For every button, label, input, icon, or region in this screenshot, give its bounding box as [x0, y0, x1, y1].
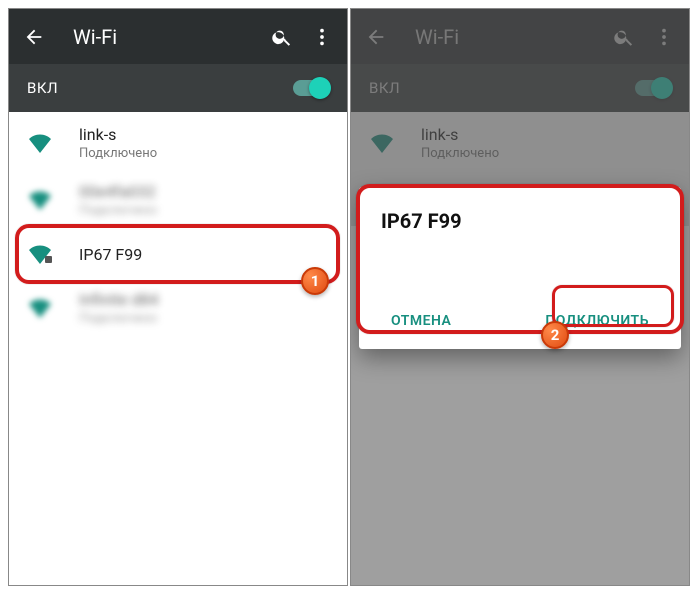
network-item-link-s[interactable]: link-s Подключено	[9, 112, 347, 174]
network-ssid: 00e4fa032	[79, 182, 329, 201]
network-status: Подключено	[79, 146, 329, 161]
network-list: link-s Подключено 00e4fa032 Подключено I…	[9, 112, 347, 334]
callout-badge-2: 2	[541, 321, 569, 349]
toggle-label: ВКЛ	[27, 79, 293, 97]
screen-left: Wi-Fi ВКЛ link-s Подключено 00e4fa032 По…	[8, 8, 348, 586]
overflow-icon[interactable]	[311, 26, 333, 48]
appbar: Wi-Fi	[9, 9, 347, 64]
search-icon[interactable]	[271, 26, 293, 48]
network-status: Подключено	[79, 203, 329, 218]
wifi-toggle-row[interactable]: ВКЛ	[9, 64, 347, 112]
screen-right: Wi-Fi ВКЛ link-s Подключено 00e4fa032 IP…	[350, 8, 690, 586]
network-item-blur-2[interactable]: Infinite d84 Подключено	[9, 282, 347, 334]
wifi-icon	[27, 187, 53, 213]
network-ssid: Infinite d84	[79, 290, 329, 309]
callout-badge-1: 1	[301, 267, 329, 295]
network-ssid: link-s	[79, 125, 329, 144]
wifi-icon	[27, 295, 53, 321]
wifi-icon	[27, 130, 53, 156]
network-item-blur-1[interactable]: 00e4fa032 Подключено	[9, 174, 347, 226]
back-icon[interactable]	[23, 26, 45, 48]
network-status: Подключено	[79, 311, 329, 326]
callout-highlight-connect	[552, 285, 674, 327]
page-title: Wi-Fi	[73, 25, 253, 49]
callout-highlight-1	[15, 224, 340, 284]
toggle-switch[interactable]	[293, 80, 329, 96]
